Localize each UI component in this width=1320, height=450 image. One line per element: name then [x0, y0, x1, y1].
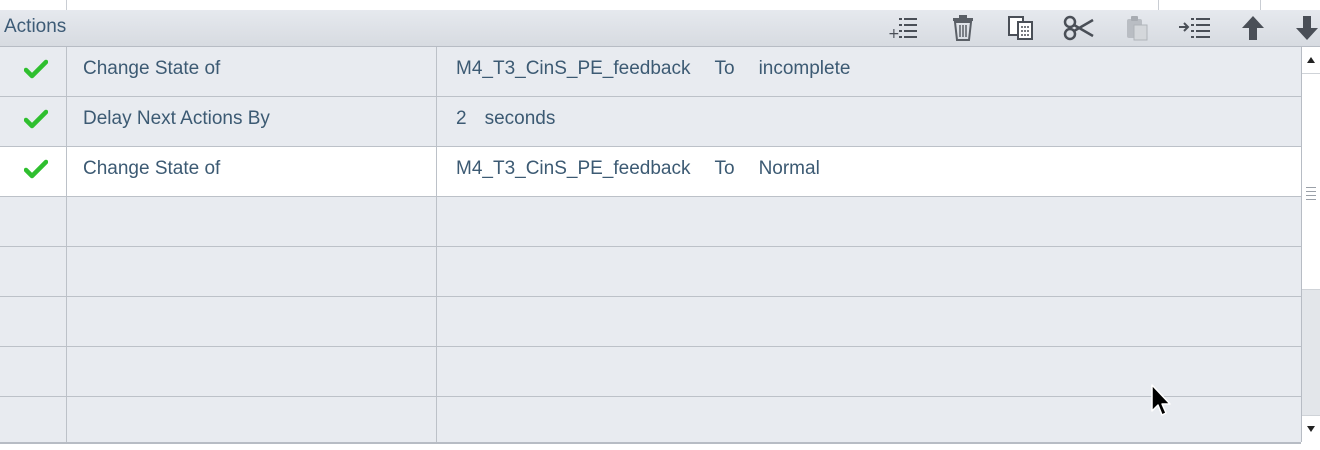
- table-row[interactable]: Change State of M4_T3_CinS_PE_feedback To…: [0, 47, 1301, 97]
- enabled-cell[interactable]: [0, 347, 67, 396]
- connector-label: To: [714, 58, 735, 79]
- delete-button[interactable]: [946, 13, 980, 43]
- cut-button[interactable]: [1062, 13, 1096, 43]
- action-name[interactable]: [67, 397, 437, 442]
- move-down-icon: [1296, 16, 1318, 40]
- enabled-cell[interactable]: [0, 297, 67, 346]
- action-name[interactable]: [67, 247, 437, 296]
- move-up-icon: [1242, 16, 1264, 40]
- delay-amount: 2: [456, 108, 467, 129]
- action-name: Change State of: [67, 47, 437, 96]
- delay-unit: seconds: [484, 108, 556, 129]
- add-action-button[interactable]: +: [886, 13, 920, 43]
- action-parameters[interactable]: [438, 197, 1301, 246]
- connector-label: To: [714, 158, 735, 179]
- vertical-scrollbar[interactable]: [1301, 47, 1320, 442]
- move-down-button[interactable]: [1294, 13, 1320, 43]
- scroll-thumb[interactable]: [1302, 74, 1320, 290]
- move-up-button[interactable]: [1236, 13, 1270, 43]
- action-name[interactable]: [67, 297, 437, 346]
- checkmark-icon: [24, 159, 48, 179]
- add-action-icon: +: [888, 18, 917, 42]
- action-parameters: 2 seconds: [438, 97, 1301, 146]
- copy-button[interactable]: [1004, 13, 1038, 43]
- copy-icon: [1008, 16, 1033, 40]
- state-value: incomplete: [758, 58, 851, 79]
- insert-action-button[interactable]: [1178, 13, 1212, 43]
- table-row[interactable]: Delay Next Actions By 2 seconds: [0, 97, 1301, 147]
- action-name[interactable]: [67, 347, 437, 396]
- column-divider: [1158, 0, 1159, 10]
- actions-header: Actions +: [0, 10, 1320, 47]
- state-value: Normal: [758, 158, 820, 179]
- scroll-up-button[interactable]: [1302, 47, 1320, 74]
- action-name: Delay Next Actions By: [67, 97, 437, 146]
- empty-row[interactable]: [0, 297, 1301, 347]
- enabled-cell[interactable]: [0, 197, 67, 246]
- empty-row[interactable]: [0, 347, 1301, 397]
- target-object: M4_T3_CinS_PE_feedback: [456, 158, 691, 179]
- enabled-cell[interactable]: [0, 147, 67, 196]
- actions-table: Change State of M4_T3_CinS_PE_feedback To…: [0, 47, 1301, 444]
- empty-row[interactable]: [0, 247, 1301, 297]
- enabled-cell[interactable]: [0, 47, 67, 96]
- paste-button[interactable]: [1120, 13, 1154, 43]
- enabled-cell[interactable]: [0, 247, 67, 296]
- paste-icon: [1127, 16, 1148, 41]
- action-parameters: M4_T3_CinS_PE_feedback To Normal: [438, 147, 1301, 196]
- scroll-down-arrow-icon: [1307, 426, 1315, 432]
- insert-action-icon: [1179, 18, 1210, 38]
- cut-icon: [1063, 15, 1094, 41]
- grip-icon: [1306, 187, 1316, 203]
- checkmark-icon: [24, 59, 48, 79]
- action-parameters[interactable]: [438, 297, 1301, 346]
- action-parameters: M4_T3_CinS_PE_feedback To incomplete: [438, 47, 1301, 96]
- checkmark-icon: [24, 109, 48, 129]
- enabled-cell[interactable]: [0, 397, 67, 442]
- enabled-cell[interactable]: [0, 97, 67, 146]
- panel-title: Actions: [4, 16, 67, 37]
- column-divider: [1260, 0, 1261, 10]
- empty-row[interactable]: [0, 397, 1301, 442]
- action-parameters[interactable]: [438, 247, 1301, 296]
- column-divider: [66, 0, 67, 10]
- action-name[interactable]: [67, 197, 437, 246]
- empty-row[interactable]: [0, 197, 1301, 247]
- target-object: M4_T3_CinS_PE_feedback: [456, 58, 691, 79]
- scroll-down-button[interactable]: [1302, 415, 1320, 442]
- scroll-up-arrow-icon: [1307, 57, 1315, 63]
- table-row-selected[interactable]: Change State of M4_T3_CinS_PE_feedback To…: [0, 147, 1301, 197]
- svg-text:+: +: [888, 26, 900, 42]
- mouse-cursor-icon: [1151, 384, 1171, 416]
- delete-icon: [953, 15, 973, 41]
- action-name: Change State of: [67, 147, 437, 196]
